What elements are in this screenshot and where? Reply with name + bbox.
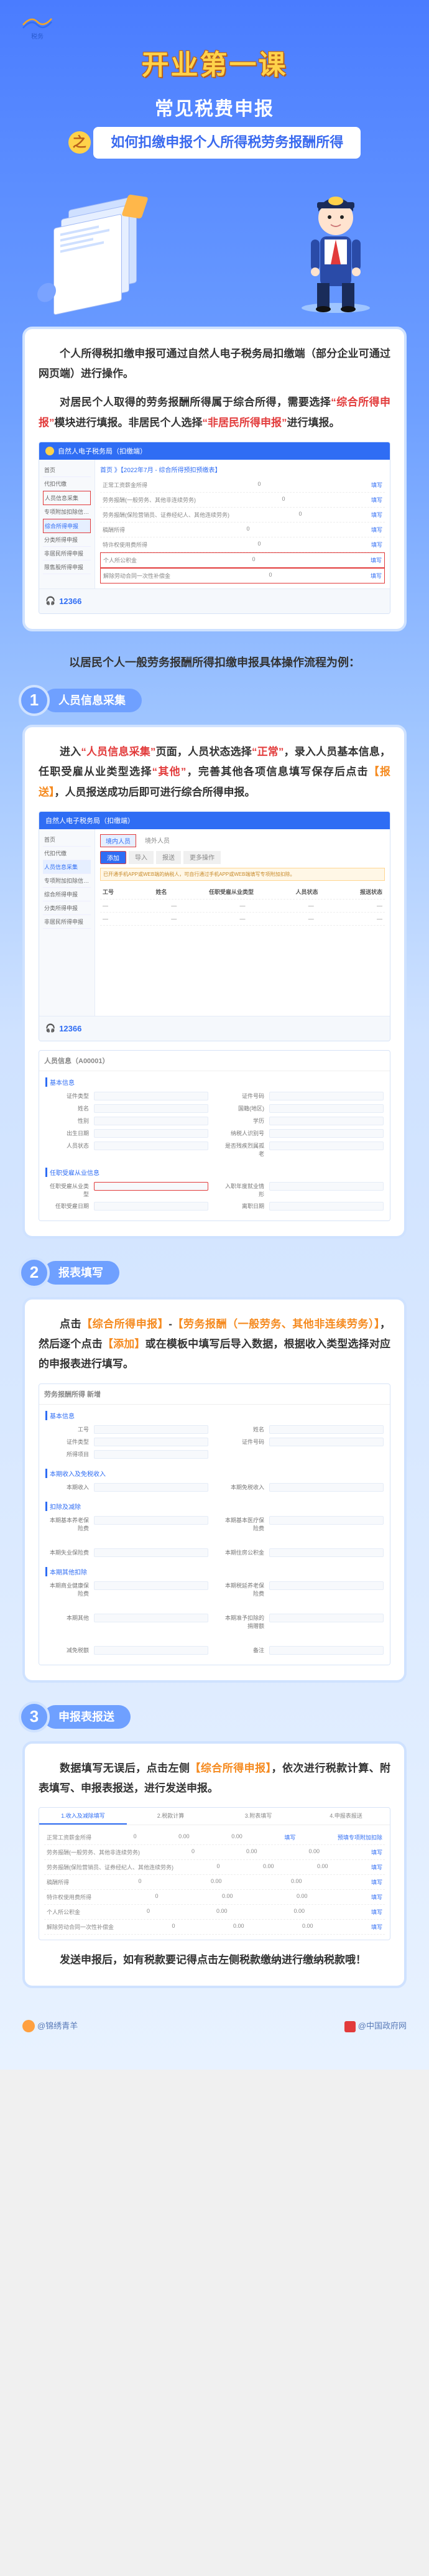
intro-p2: 对居民个人取得的劳务报酬所得属于综合所得，需要选择“综合所得申报”模块进行填报。… — [39, 393, 390, 433]
subtitle-of-badge: 之 — [68, 131, 91, 154]
main-title: 开业第一课 — [129, 37, 300, 87]
step-3-header: 3 申报表报送 — [22, 1705, 407, 1729]
footer-left: @锦绣青羊 — [22, 2019, 78, 2033]
avatar-icon — [22, 2020, 35, 2032]
tax-logo: 税务 — [12, 12, 62, 44]
screenshot-step2: 劳务报酬所得 新增 基本信息 工号 证件类型 所得项目 姓名 证件号码 本期收入… — [39, 1383, 390, 1665]
logo-mark — [22, 12, 53, 31]
shot-hotline: 🎧 12366 — [39, 588, 390, 613]
screenshot-step3: 1.收入及减除填写 2.税款计算 3.附表填写 4.申报表报送 正常工资薪金所得… — [39, 1807, 390, 1940]
tab-overseas: 境外人员 — [140, 834, 175, 847]
add-button-highlight: 添加 — [100, 851, 126, 864]
subtitle-big: 常见税费申报 — [0, 93, 429, 121]
footer-right: @中国政府网 — [344, 2019, 407, 2032]
step-label: 人员信息采集 — [44, 689, 142, 712]
subtitle-line: 如何扣缴申报个人所得税劳务报酬所得 — [93, 127, 361, 159]
shot-titlebar: 自然人电子税务局（扣缴端） — [39, 442, 390, 460]
step-2-header: 2 报表填写 — [22, 1261, 407, 1285]
title-block: 开业第一课 常见税费申报 之 如何扣缴申报个人所得税劳务报酬所得 — [0, 0, 429, 159]
infographic-page: 税务 开业第一课 常见税费申报 之 如何扣缴申报个人所得税劳务报酬所得 — [0, 0, 429, 2070]
shot-sidebar: 首页 代扣代缴 人员信息采集 专项附加扣除信息采集 综合所得申报 分类所得申报 … — [39, 460, 95, 588]
document-stack-icon — [50, 184, 162, 320]
tax-officer-illustration — [286, 177, 385, 314]
screenshot-step1a: 自然人电子税务局（扣缴端） 首页 代扣代缴 人员信息采集 专项附加扣除信息采集 … — [39, 811, 390, 1041]
logo-text: 税务 — [31, 31, 44, 40]
step3-tail: 发送申报后，如有税款要记得点击左侧税款缴纳进行缴纳税款哦！ — [39, 1950, 390, 1970]
lead-text: 以居民个人一般劳务报酬所得扣缴申报具体操作流程为例： — [22, 654, 407, 670]
step-label: 申报表报送 — [44, 1705, 131, 1729]
step-1-header: 1 人员信息采集 — [22, 689, 407, 712]
gov-emblem-icon — [344, 2021, 356, 2032]
step-1-card: 进入“人员信息采集”页面，人员状态选择“正常”，录入人员基本信息，任职受雇从业类… — [22, 725, 407, 1239]
footer: @锦绣青羊 @中国政府网 — [0, 2011, 429, 2033]
step-number: 3 — [19, 1701, 50, 1732]
intro-card: 个人所得税扣缴申报可通过自然人电子税务局扣缴端（部分企业可通过网页端）进行操作。… — [22, 327, 407, 631]
intro-p1: 个人所得税扣缴申报可通过自然人电子税务局扣缴端（部分企业可通过网页端）进行操作。 — [39, 344, 390, 384]
shot-main: 首页 》【2022年7月 - 综合所得预扣预缴表】 正常工资薪金所得0填写 劳务… — [95, 460, 390, 588]
headset-icon: 🎧 — [45, 596, 55, 606]
hero-illustration — [0, 165, 429, 327]
emblem-icon — [45, 447, 54, 455]
step2-text: 点击【综合所得申报】-【劳务报酬（一般劳务、其他非连续劳务）】，然后逐个点击【添… — [39, 1314, 390, 1375]
step-2-card: 点击【综合所得申报】-【劳务报酬（一般劳务、其他非连续劳务）】，然后逐个点击【添… — [22, 1297, 407, 1683]
step1-text: 进入“人员信息采集”页面，人员状态选择“正常”，录入人员基本信息，任职受雇从业类… — [39, 742, 390, 802]
step-number: 1 — [19, 685, 50, 716]
screenshot-overview: 自然人电子税务局（扣缴端） 首页 代扣代缴 人员信息采集 专项附加扣除信息采集 … — [39, 442, 390, 614]
step-3-card: 数据填写无误后，点击左侧【综合所得申报】，依次进行税款计算、附表填写、申报表报送… — [22, 1741, 407, 1988]
screenshot-step1b: 人员信息（A00001） 基本信息 证件类型 姓名 性别 出生日期 人员状态 证… — [39, 1050, 390, 1221]
tab-domestic: 境内人员 — [100, 834, 136, 847]
step-number: 2 — [19, 1257, 50, 1288]
step3-text: 数据填写无误后，点击左侧【综合所得申报】，依次进行税款计算、附表填写、申报表报送… — [39, 1759, 390, 1799]
step-label: 报表填写 — [44, 1261, 119, 1285]
headset-icon: 🎧 — [45, 1023, 55, 1033]
